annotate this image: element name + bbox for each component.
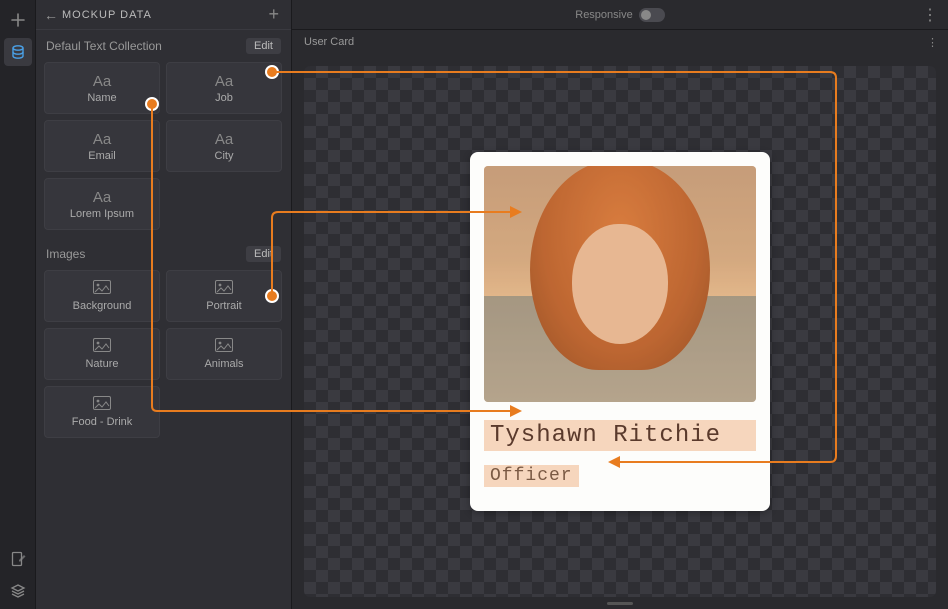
tile-lorem[interactable]: Aa Lorem Ipsum: [44, 178, 160, 230]
text-icon: Aa: [93, 131, 111, 148]
panel-title: MOCKUP DATA: [62, 9, 264, 21]
tile-animals[interactable]: Animals: [166, 328, 282, 380]
rail-page-edit-icon[interactable]: [4, 545, 32, 573]
artboard-title: User Card: [304, 36, 354, 48]
artboard-kebab-icon[interactable]: ⋮: [927, 36, 938, 49]
user-card-name[interactable]: Tyshawn Ritchie: [484, 420, 756, 451]
tile-food-drink[interactable]: Food - Drink: [44, 386, 160, 438]
tile-background[interactable]: Background: [44, 270, 160, 322]
rail-layers-icon[interactable]: [4, 577, 32, 605]
canvas-bottom-handle[interactable]: [607, 602, 633, 605]
text-icon: Aa: [93, 73, 111, 90]
edit-button[interactable]: Edit: [246, 38, 281, 54]
user-card-role[interactable]: Officer: [484, 465, 579, 487]
image-icon: [215, 280, 233, 298]
mockup-data-panel: ← MOCKUP DATA + Defaul Text Collection E…: [36, 0, 292, 609]
responsive-toggle[interactable]: [639, 8, 665, 22]
canvas-area: Responsive ⋮ User Card ⋮ Tyshawn Ritchie…: [292, 0, 948, 609]
back-arrow-icon[interactable]: ←: [44, 7, 58, 23]
tile-name[interactable]: Aa Name: [44, 62, 160, 114]
tile-email[interactable]: Aa Email: [44, 120, 160, 172]
tile-portrait[interactable]: Portrait: [166, 270, 282, 322]
section-label-text: Defaul Text Collection: [46, 39, 162, 53]
user-card-photo[interactable]: [484, 166, 756, 402]
topbar-kebab-icon[interactable]: ⋮: [922, 5, 938, 25]
rail-data-icon[interactable]: [4, 38, 32, 66]
tile-job[interactable]: Aa Job: [166, 62, 282, 114]
text-icon: Aa: [93, 189, 111, 206]
text-icon: Aa: [215, 131, 233, 148]
user-card[interactable]: Tyshawn Ritchie Officer: [470, 152, 770, 511]
responsive-label: Responsive: [575, 9, 632, 21]
section-label-images: Images: [46, 247, 85, 261]
panel-add-icon[interactable]: +: [264, 4, 283, 25]
tile-city[interactable]: Aa City: [166, 120, 282, 172]
tool-rail: [0, 0, 36, 609]
text-icon: Aa: [215, 73, 233, 90]
image-icon: [93, 396, 111, 414]
image-icon: [215, 338, 233, 356]
edit-button[interactable]: Edit: [246, 246, 281, 262]
rail-add-icon[interactable]: [4, 6, 32, 34]
image-icon: [93, 338, 111, 356]
tile-nature[interactable]: Nature: [44, 328, 160, 380]
image-icon: [93, 280, 111, 298]
